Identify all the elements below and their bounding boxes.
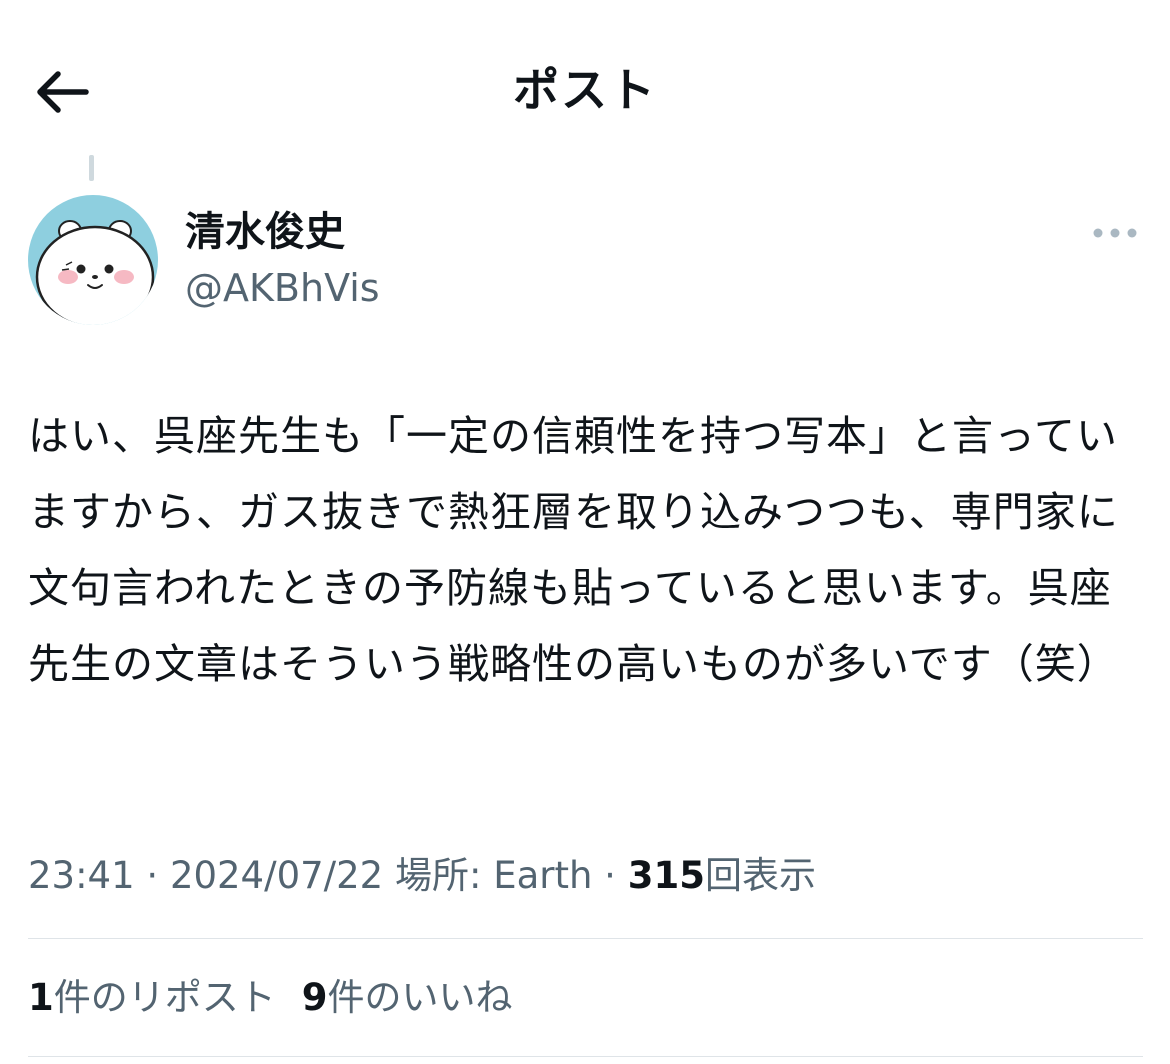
reposts-count: 1	[28, 976, 54, 1019]
thread-connector-line	[89, 155, 94, 181]
bear-avatar-icon	[28, 195, 158, 325]
engagement-stats: 1件のリポスト 9件のいいね	[28, 972, 539, 1024]
ellipsis-icon	[1093, 228, 1137, 238]
tweet-time[interactable]: 23:41	[28, 854, 135, 897]
views-label: 回表示	[704, 854, 816, 897]
avatar[interactable]	[28, 195, 158, 325]
meta-separator: ·	[134, 854, 170, 897]
page-title: ポスト	[513, 63, 657, 117]
author-display-name[interactable]: 清水俊史	[185, 204, 345, 260]
reposts-stat[interactable]: 1件のリポスト	[28, 976, 276, 1019]
meta-separator: ·	[592, 854, 628, 897]
reposts-label: 件のリポスト	[53, 976, 276, 1019]
author-handle[interactable]: @AKBhVis	[185, 262, 380, 314]
divider	[28, 1056, 1143, 1057]
top-bar: ポスト	[0, 0, 1170, 180]
likes-count: 9	[301, 976, 328, 1019]
likes-label: 件のいいね	[327, 976, 513, 1019]
tweet-date[interactable]: 2024/07/22	[170, 854, 383, 897]
likes-stat[interactable]: 9件のいいね	[302, 976, 513, 1019]
divider	[28, 938, 1143, 939]
more-options-button[interactable]	[1090, 220, 1140, 246]
views-count: 315	[627, 854, 705, 897]
tweet-location: 場所: Earth	[394, 854, 593, 897]
tweet-meta: 23:41 · 2024/07/22 場所: Earth · 315回表示	[28, 850, 816, 902]
tweet-text: はい、呉座先生も「一定の信頼性を持つ写本」と言っていますから、ガス抜きで熱狂層を…	[28, 412, 1119, 688]
